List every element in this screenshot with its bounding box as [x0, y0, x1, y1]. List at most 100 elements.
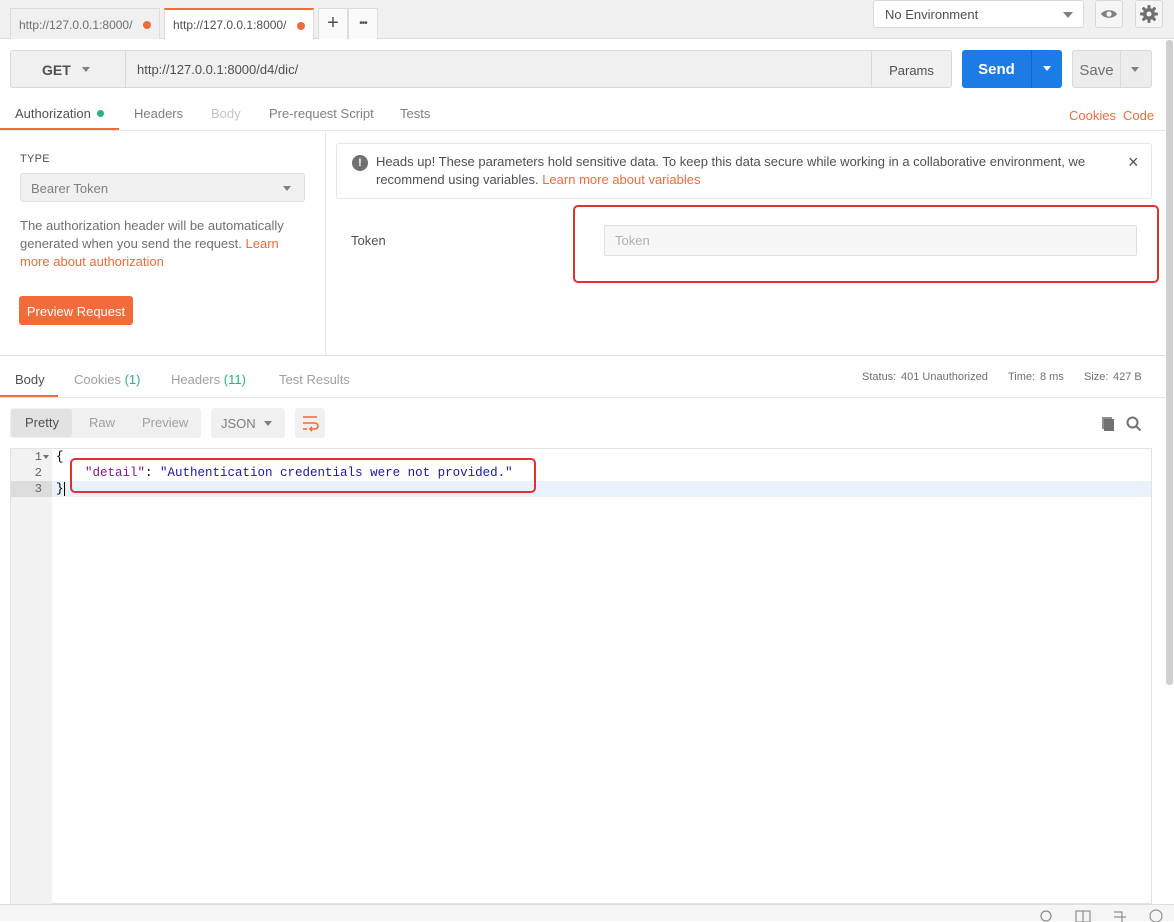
headers-count: (11): [223, 372, 246, 387]
chevron-down-icon: [1063, 12, 1073, 18]
status-bar: [0, 904, 1174, 922]
wrap-lines-button[interactable]: [295, 408, 325, 438]
time-value[interactable]: 8 ms: [1040, 371, 1064, 383]
view-raw-button[interactable]: Raw: [89, 415, 115, 430]
code-open-brace: {: [56, 450, 64, 464]
bootcamp-icon[interactable]: [1112, 909, 1128, 922]
unsaved-dot-icon: [143, 21, 151, 29]
request-tab-1[interactable]: http://127.0.0.1:8000/: [10, 8, 160, 39]
tab-authorization[interactable]: Authorization: [15, 106, 104, 121]
divider: [0, 355, 1166, 356]
scrollbar[interactable]: [1166, 40, 1173, 685]
line-number: 2: [34, 466, 42, 480]
auth-type-value: Bearer Token: [31, 181, 109, 196]
response-editor[interactable]: [10, 448, 1152, 904]
status-value[interactable]: 401 Unauthorized: [901, 371, 988, 383]
time-label: Time:: [1008, 371, 1036, 383]
search-icon: [1126, 416, 1142, 432]
chevron-down-icon: [1043, 66, 1051, 71]
plus-icon: +: [327, 12, 339, 34]
tab-body[interactable]: Body: [211, 106, 241, 121]
code-close-brace: }: [56, 482, 64, 496]
environment-quick-look-button[interactable]: [1095, 0, 1123, 28]
close-icon[interactable]: ×: [1128, 153, 1142, 171]
response-tab-body[interactable]: Body: [15, 372, 45, 387]
send-options-button[interactable]: [1031, 50, 1062, 88]
annotation-highlight-token: [573, 205, 1159, 283]
more-tabs-button[interactable]: •••: [348, 8, 378, 39]
line-number: 3: [34, 482, 42, 496]
send-button[interactable]: Send: [962, 50, 1031, 88]
method-select[interactable]: GET: [10, 50, 126, 88]
info-icon: !: [352, 155, 368, 171]
tab-pre-request-script[interactable]: Pre-request Script: [269, 106, 374, 121]
url-input[interactable]: http://127.0.0.1:8000/d4/dic/: [126, 50, 872, 88]
more-icon: •••: [359, 18, 367, 29]
status-label: Status:: [862, 371, 897, 383]
tab-label: http://127.0.0.1:8000/: [173, 18, 287, 32]
response-tab-headers[interactable]: Headers (11): [171, 372, 246, 387]
response-tab-cookies[interactable]: Cookies (1): [74, 372, 140, 387]
tab-label: http://127.0.0.1:8000/: [19, 18, 133, 32]
active-dot-icon: [96, 110, 104, 117]
save-button[interactable]: Save: [1072, 50, 1121, 88]
save-options-button[interactable]: [1121, 50, 1152, 88]
line-number-gutter: [11, 449, 52, 904]
auth-type-label: TYPE: [20, 153, 50, 165]
request-tab-2[interactable]: http://127.0.0.1:8000/: [164, 8, 314, 40]
search-icon[interactable]: [1040, 909, 1054, 922]
format-value: JSON: [221, 416, 256, 431]
response-tab-cookies-label: Cookies: [74, 372, 121, 387]
gear-icon: [1140, 5, 1158, 23]
preview-request-button[interactable]: Preview Request: [19, 296, 133, 325]
url-value: http://127.0.0.1:8000/d4/dic/: [137, 62, 299, 77]
line-number: 1: [34, 450, 42, 464]
params-button[interactable]: Params: [871, 50, 952, 88]
response-tab-test-results[interactable]: Test Results: [279, 372, 350, 387]
cookies-count: (1): [124, 372, 141, 387]
search-button[interactable]: [1125, 415, 1143, 433]
response-tab-headers-label: Headers: [171, 372, 221, 387]
copy-button[interactable]: [1099, 415, 1117, 433]
settings-button[interactable]: [1135, 0, 1163, 28]
copy-icon: [1102, 417, 1114, 431]
alert-message: Heads up! These parameters hold sensitiv…: [376, 153, 1116, 189]
help-icon[interactable]: [1148, 908, 1164, 922]
fold-arrow-icon[interactable]: [43, 455, 49, 459]
text-cursor: [64, 482, 65, 496]
divider: [0, 397, 1166, 398]
method-value: GET: [42, 62, 71, 78]
tab-headers[interactable]: Headers: [134, 106, 183, 121]
chevron-down-icon: [82, 67, 90, 72]
layout-icon[interactable]: [1075, 909, 1091, 922]
chevron-down-icon: [1131, 67, 1139, 72]
chevron-down-icon: [264, 421, 272, 426]
environment-select[interactable]: No Environment: [873, 0, 1084, 28]
environment-value: No Environment: [885, 7, 979, 22]
size-value[interactable]: 427 B: [1113, 371, 1142, 383]
annotation-highlight-response: [70, 458, 536, 493]
cookies-link[interactable]: Cookies: [1069, 108, 1116, 123]
params-label: Params: [889, 63, 934, 78]
learn-more-variables-link[interactable]: Learn more about variables: [542, 172, 700, 187]
eye-icon: [1101, 10, 1117, 18]
auth-description: The authorization header will be automat…: [20, 217, 310, 271]
view-pretty-button[interactable]: Pretty: [25, 415, 59, 430]
preview-request-label: Preview Request: [26, 304, 126, 319]
auth-type-select[interactable]: Bearer Token: [20, 173, 305, 202]
wrap-lines-icon: [303, 416, 319, 432]
code-link[interactable]: Code: [1123, 108, 1154, 123]
unsaved-dot-icon: [297, 22, 305, 30]
auth-description-text: The authorization header will be automat…: [20, 218, 284, 251]
send-label: Send: [978, 61, 1015, 78]
new-tab-button[interactable]: +: [318, 8, 348, 39]
chevron-down-icon: [283, 186, 291, 191]
alert-text: Heads up! These parameters hold sensitiv…: [376, 154, 1086, 187]
save-label: Save: [1079, 62, 1114, 79]
format-select[interactable]: JSON: [211, 408, 285, 438]
tab-authorization-label: Authorization: [15, 106, 91, 121]
view-preview-button[interactable]: Preview: [142, 415, 188, 430]
size-label: Size:: [1084, 371, 1109, 383]
token-label: Token: [351, 233, 386, 248]
tab-tests[interactable]: Tests: [400, 106, 430, 121]
